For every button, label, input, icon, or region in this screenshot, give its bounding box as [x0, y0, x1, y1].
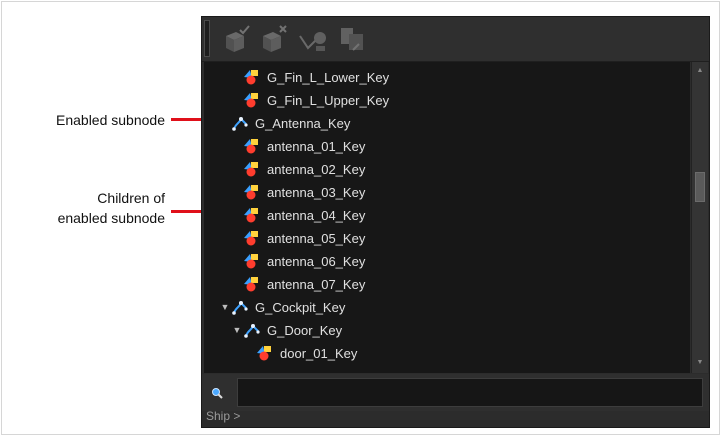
tree-node-label: antenna_04_Key	[267, 207, 366, 223]
group-node-icon	[231, 115, 249, 131]
tree-node-label: G_Fin_L_Lower_Key	[267, 69, 390, 85]
toolbar	[202, 17, 709, 62]
callout-enabled-subnode-text: Enabled subnode	[56, 112, 165, 128]
drawing-node-icon	[256, 345, 274, 361]
search-input[interactable]	[237, 378, 703, 407]
callout-children-line2: enabled subnode	[57, 210, 165, 226]
drawing-node-icon	[243, 161, 261, 177]
tree-node-label: antenna_05_Key	[267, 230, 366, 246]
tree-node-label: G_Door_Key	[267, 322, 343, 338]
node-library-panel: G_Fin_L_Lower_Key G_Fin_L_Upper_Key G_Ante…	[201, 16, 710, 428]
tree-node-row[interactable]: door_01_Key	[244, 342, 357, 364]
export-icon[interactable]	[335, 22, 369, 56]
tree-group-row[interactable]: G_Antenna_Key	[219, 112, 350, 134]
tree-group-row[interactable]: ▼ G_Door_Key	[231, 319, 342, 341]
tree-node-row[interactable]: antenna_02_Key	[231, 158, 365, 180]
tree-node-row[interactable]: antenna_05_Key	[231, 227, 365, 249]
remove-keyframe-icon[interactable]	[255, 22, 289, 56]
vertical-scrollbar[interactable]: ▲ ▼	[691, 62, 708, 373]
drawing-node-icon	[243, 184, 261, 200]
tree-node-row[interactable]: G_Fin_L_Lower_Key	[231, 66, 389, 88]
tree-node-label: G_Fin_L_Upper_Key	[267, 92, 390, 108]
callout-children: Children of enabled subnode	[10, 188, 165, 228]
toolbar-grip[interactable]	[204, 20, 210, 57]
drawing-node-icon	[243, 92, 261, 108]
drawing-node-icon	[243, 69, 261, 85]
reset-pose-icon[interactable]	[296, 22, 330, 56]
breadcrumb: Ship >	[206, 409, 241, 423]
scrollbar-thumb[interactable]	[695, 172, 705, 202]
tree-node-label: G_Cockpit_Key	[255, 299, 346, 315]
drawing-node-icon	[243, 276, 261, 292]
group-node-icon	[231, 299, 249, 315]
tree-node-label: door_01_Key	[280, 345, 358, 361]
tree-node-row[interactable]: antenna_06_Key	[231, 250, 365, 272]
group-node-icon	[243, 322, 261, 338]
tree-node-row[interactable]: antenna_03_Key	[231, 181, 365, 203]
callout-children-line1: Children of	[97, 190, 165, 206]
drawing-node-icon	[243, 207, 261, 223]
tree-node-label: antenna_07_Key	[267, 276, 366, 292]
tree-node-row[interactable]: G_Fin_L_Upper_Key	[231, 89, 389, 111]
drawing-node-icon	[243, 230, 261, 246]
tree-node-label: antenna_01_Key	[267, 138, 366, 154]
tree-node-label: antenna_06_Key	[267, 253, 366, 269]
scroll-down-arrow-icon[interactable]: ▼	[692, 356, 708, 370]
tree-node-row[interactable]: antenna_01_Key	[231, 135, 365, 157]
tree-node-label: G_Antenna_Key	[255, 115, 351, 131]
callout-enabled-subnode: Enabled subnode	[10, 110, 165, 130]
drawing-node-icon	[243, 138, 261, 154]
node-tree: G_Fin_L_Lower_Key G_Fin_L_Upper_Key G_Ante…	[204, 62, 690, 373]
search-icon	[212, 388, 223, 399]
scroll-up-arrow-icon[interactable]: ▲	[692, 64, 708, 78]
tree-node-row[interactable]: antenna_07_Key	[231, 273, 365, 295]
expand-arrow-icon[interactable]: ▼	[219, 302, 231, 312]
search-bar	[202, 374, 709, 411]
expand-arrow-icon[interactable]: ▼	[231, 325, 243, 335]
tree-node-label: antenna_02_Key	[267, 161, 366, 177]
tree-group-row[interactable]: ▼ G_Cockpit_Key	[219, 296, 345, 318]
tree-node-row[interactable]: antenna_04_Key	[231, 204, 365, 226]
drawing-node-icon	[243, 253, 261, 269]
add-keyframe-icon[interactable]	[218, 22, 252, 56]
tree-node-label: antenna_03_Key	[267, 184, 366, 200]
